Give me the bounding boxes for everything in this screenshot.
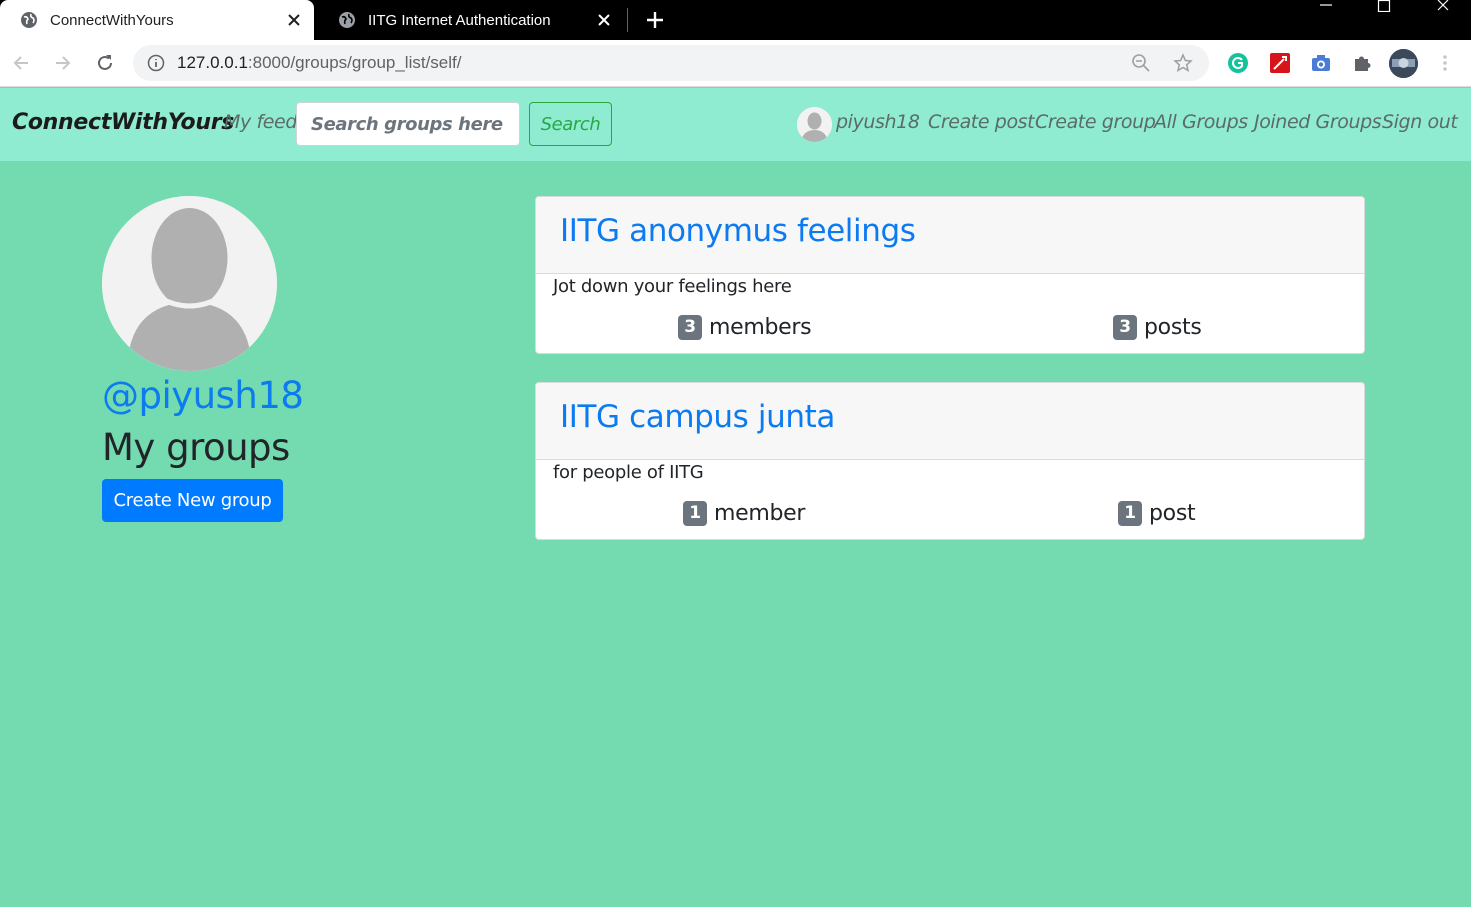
camera-icon[interactable] — [1310, 52, 1332, 74]
extensions-puzzle-icon[interactable] — [1351, 52, 1373, 74]
browser-toolbar: 127.0.0.1:8000/groups/group_list/self/ — [0, 40, 1471, 87]
group-description: for people of IITG — [553, 462, 704, 483]
extension-red-icon[interactable] — [1269, 52, 1291, 74]
reload-icon[interactable] — [94, 52, 116, 74]
nav-sign-out[interactable]: Sign out — [1382, 111, 1458, 133]
close-window-button[interactable] — [1423, 0, 1463, 14]
minimize-button[interactable] — [1306, 0, 1346, 14]
globe-icon — [339, 12, 355, 28]
post-label: posts — [1144, 315, 1202, 340]
post-count-badge: 1 — [1118, 501, 1142, 526]
menu-kebab-icon[interactable] — [1434, 52, 1456, 74]
default-avatar-icon — [797, 107, 832, 142]
nav-username[interactable]: piyush18 — [836, 111, 920, 133]
browser-tab-active[interactable]: ConnectWithYours — [0, 0, 314, 40]
forward-arrow-icon[interactable] — [52, 52, 74, 74]
post-label: post — [1149, 501, 1196, 526]
member-label: member — [714, 501, 806, 526]
url-path: :8000/groups/group_list/self/ — [247, 53, 462, 72]
profile-picture — [102, 196, 277, 371]
member-count: 3 members — [678, 315, 812, 340]
close-tab-icon[interactable] — [286, 12, 302, 28]
close-window-icon — [1437, 0, 1449, 11]
group-title-link[interactable]: IITG anonymus feelings — [560, 213, 916, 249]
user-avatar[interactable] — [797, 107, 832, 142]
browser-tab-inactive[interactable]: IITG Internet Authentication — [318, 0, 624, 40]
profile-photo-icon — [1389, 49, 1418, 78]
nav-joined-groups[interactable]: Joined Groups — [1254, 111, 1382, 133]
zoom-icon[interactable] — [1131, 53, 1151, 73]
url-host: 127.0.0.1 — [177, 53, 248, 72]
minimize-icon — [1320, 4, 1332, 6]
card-header: IITG campus junta — [536, 383, 1364, 460]
group-card: IITG campus junta for people of IITG 1 m… — [535, 382, 1365, 540]
globe-icon — [21, 12, 37, 28]
member-label: members — [709, 315, 812, 340]
nav-create-post[interactable]: Create post — [928, 111, 1035, 133]
info-icon[interactable] — [147, 54, 165, 72]
nav-all-groups[interactable]: All Groups — [1154, 111, 1248, 133]
bookmark-star-icon[interactable] — [1173, 53, 1193, 73]
close-tab-icon[interactable] — [596, 12, 612, 28]
nav-create-group[interactable]: Create group — [1035, 111, 1156, 133]
grammarly-icon[interactable] — [1227, 52, 1249, 74]
tab-title: IITG Internet Authentication — [368, 11, 551, 29]
back-arrow-icon[interactable] — [10, 52, 32, 74]
search-button[interactable]: Search — [529, 102, 612, 146]
maximize-icon — [1377, 0, 1391, 12]
create-new-group-button[interactable]: Create New group — [102, 479, 283, 522]
address-bar[interactable]: 127.0.0.1:8000/groups/group_list/self/ — [133, 45, 1209, 81]
maximize-button[interactable] — [1364, 0, 1404, 14]
search-input[interactable] — [296, 102, 520, 146]
tab-separator — [627, 8, 628, 32]
page-title: My groups — [102, 426, 290, 469]
url-text: 127.0.0.1:8000/groups/group_list/self/ — [177, 53, 1131, 73]
tab-title: ConnectWithYours — [50, 11, 174, 29]
member-count: 1 member — [683, 501, 805, 526]
group-title-link[interactable]: IITG campus junta — [560, 399, 835, 435]
brand-logo[interactable]: ConnectWithYours — [12, 110, 234, 135]
group-card: IITG anonymus feelings Jot down your fee… — [535, 196, 1365, 354]
member-count-badge: 3 — [678, 315, 702, 340]
nav-my-feed[interactable]: My feed — [224, 111, 297, 133]
post-count: 3 posts — [1113, 315, 1202, 340]
profile-handle[interactable]: @piyush18 — [102, 374, 304, 417]
default-avatar-icon — [102, 196, 277, 371]
group-description: Jot down your feelings here — [553, 276, 792, 297]
post-count: 1 post — [1118, 501, 1196, 526]
app-navbar: ConnectWithYours My feed Search piyush18… — [0, 88, 1471, 161]
card-header: IITG anonymus feelings — [536, 197, 1364, 274]
new-tab-icon[interactable] — [643, 8, 667, 32]
browser-tab-strip: ConnectWithYours IITG Internet Authentic… — [0, 0, 1471, 40]
member-count-badge: 1 — [683, 501, 707, 526]
post-count-badge: 3 — [1113, 315, 1137, 340]
chrome-profile-avatar[interactable] — [1389, 49, 1418, 78]
